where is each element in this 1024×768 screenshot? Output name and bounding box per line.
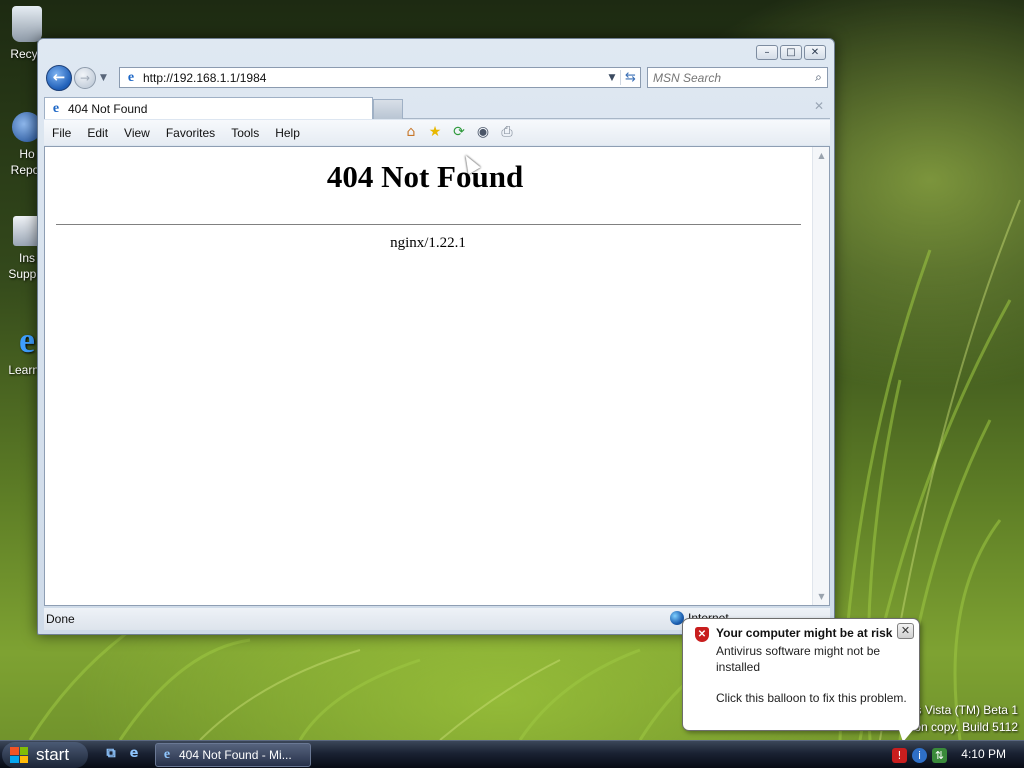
print-icon[interactable]: ⎙ [498, 123, 516, 141]
forward-button[interactable]: → [74, 67, 96, 89]
address-url[interactable]: http://192.168.1.1/1984 [143, 71, 604, 85]
browser-window: – □ ✕ ← → ▼ e http://192.168.1.1/1984 ▼ … [37, 38, 835, 635]
security-center-tray-icon[interactable]: ! [892, 747, 907, 763]
home-icon[interactable]: ⌂ [402, 123, 420, 141]
new-tab-button[interactable] [373, 99, 403, 119]
system-tray: ! i ⇅ [892, 741, 947, 768]
clock[interactable]: 4:10 PM [961, 747, 1006, 761]
maximize-button[interactable]: □ [780, 45, 802, 60]
tab-bar: e 404 Not Found ✕ [44, 96, 830, 119]
balloon-action-text: Click this balloon to fix this problem. [716, 691, 907, 705]
feeds-icon[interactable]: ◉ [474, 123, 492, 141]
horizontal-rule [56, 224, 801, 225]
balloon-title: Your computer might be at risk [716, 626, 893, 640]
scroll-up-button[interactable]: ▲ [813, 147, 830, 164]
build-watermark: s Vista (TM) Beta 1 on copy. Build 5112 [914, 702, 1018, 736]
window-controls: – □ ✕ [756, 45, 826, 60]
info-tray-icon[interactable]: i [912, 747, 927, 763]
taskbar-button-browser[interactable]: e 404 Not Found - Mi... [155, 743, 311, 767]
tab-page-icon: e [52, 100, 60, 116]
taskbar: start ⧉ e e 404 Not Found - Mi... ! i ⇅ … [0, 740, 1024, 768]
search-input[interactable] [648, 68, 810, 87]
menu-file[interactable]: File [44, 126, 79, 140]
watermark-line2: on copy. Build 5112 [914, 720, 1018, 734]
back-arrow-icon: ← [52, 68, 66, 86]
menu-edit[interactable]: Edit [79, 126, 116, 140]
menu-view[interactable]: View [116, 126, 158, 140]
recent-pages-dropdown[interactable]: ▼ [100, 73, 107, 83]
page-content: 404 Not Found nginx/1.22.1 ▲ ▼ [44, 146, 830, 606]
status-text: Done [46, 612, 75, 626]
search-icon: ⌕ [815, 70, 822, 84]
balloon-body: Antivirus software might not be installe… [716, 644, 881, 674]
search-button[interactable]: ⌕ [810, 70, 827, 85]
server-signature: nginx/1.22.1 [390, 235, 466, 251]
menu-help[interactable]: Help [267, 126, 308, 140]
security-shield-icon: ✕ [695, 627, 709, 642]
forward-arrow-icon: → [79, 71, 91, 85]
page-icon: e [127, 69, 135, 85]
favorites-star-icon[interactable]: ★ [426, 123, 444, 141]
taskbar-button-label: 404 Not Found - Mi... [179, 748, 292, 762]
vertical-scrollbar[interactable]: ▲ ▼ [812, 147, 829, 605]
minimize-button[interactable]: – [756, 45, 778, 60]
address-dropdown-button[interactable]: ▼ [604, 73, 620, 83]
navigation-bar: ← → ▼ e http://192.168.1.1/1984 ▼ ⇆ ⌕ [44, 65, 830, 91]
page-heading: 404 Not Found [326, 159, 524, 194]
back-button[interactable]: ← [46, 65, 72, 91]
refresh-icon: ⇆ [625, 70, 636, 85]
taskbar-ie-icon: e [163, 747, 171, 762]
tab-title: 404 Not Found [68, 101, 148, 116]
security-balloon[interactable]: ✕ Your computer might be at risk ✕ Antiv… [682, 618, 920, 742]
chevron-down-icon: ▼ [100, 73, 107, 83]
menu-bar: File Edit View Favorites Tools Help ⌂ ★ … [44, 120, 830, 145]
scroll-down-button[interactable]: ▼ [813, 588, 830, 605]
recycle-bin-icon [12, 6, 42, 42]
history-icon[interactable]: ⟳ [450, 123, 468, 141]
show-desktop-icon[interactable]: ⧉ [103, 746, 119, 762]
address-bar[interactable]: e http://192.168.1.1/1984 ▼ ⇆ [119, 67, 641, 88]
start-label: start [36, 745, 70, 764]
tab-active[interactable]: e 404 Not Found [44, 97, 373, 119]
refresh-button[interactable]: ⇆ [620, 70, 640, 85]
watermark-line1: s Vista (TM) Beta 1 [915, 703, 1018, 717]
network-tray-icon[interactable]: ⇅ [932, 747, 947, 763]
command-toolbar: ⌂ ★ ⟳ ◉ ⎙ [402, 123, 516, 141]
close-tab-icon[interactable]: ✕ [814, 99, 824, 113]
close-window-button[interactable]: ✕ [804, 45, 826, 60]
start-button[interactable]: start [2, 742, 88, 768]
balloon-close-button[interactable]: ✕ [897, 623, 914, 639]
search-box[interactable]: ⌕ [647, 67, 828, 88]
menu-favorites[interactable]: Favorites [158, 126, 223, 140]
quick-launch-ie-icon[interactable]: e [126, 746, 142, 762]
windows-logo-icon [10, 747, 28, 763]
menu-tools[interactable]: Tools [223, 126, 267, 140]
